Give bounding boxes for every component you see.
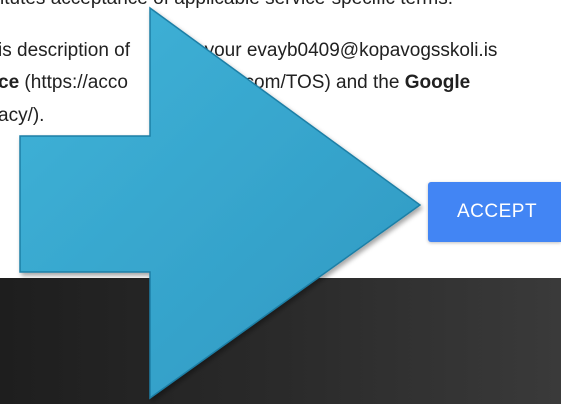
background-scrim xyxy=(0,278,561,404)
accept-button[interactable]: ACCEPT xyxy=(428,182,561,242)
terms-link-tail: gle.com/TOS) and the xyxy=(213,72,405,93)
terms-text-line: is description of your evayb0409@kopavog… xyxy=(0,40,497,62)
account-email-text: your evayb0409@kopavogsskoli.is xyxy=(204,40,498,61)
service-name-text: ce xyxy=(0,72,20,93)
terms-dialog: itutes acceptance of applicable service-… xyxy=(0,0,561,278)
terms-text-line: itutes acceptance of applicable service-… xyxy=(0,0,453,10)
terms-text: itutes acceptance of applicable service-… xyxy=(0,0,453,9)
screen: itutes acceptance of applicable service-… xyxy=(0,0,561,404)
terms-text: is description of xyxy=(0,40,131,61)
terms-text-line: ce (https://acco gle.com/TOS) and the Goo… xyxy=(0,72,470,94)
privacy-link[interactable]: acy/). xyxy=(0,105,44,126)
terms-link[interactable]: (https://acco xyxy=(19,72,128,93)
terms-text-line: acy/). xyxy=(0,105,44,127)
google-privacy-label: Google xyxy=(404,72,471,93)
